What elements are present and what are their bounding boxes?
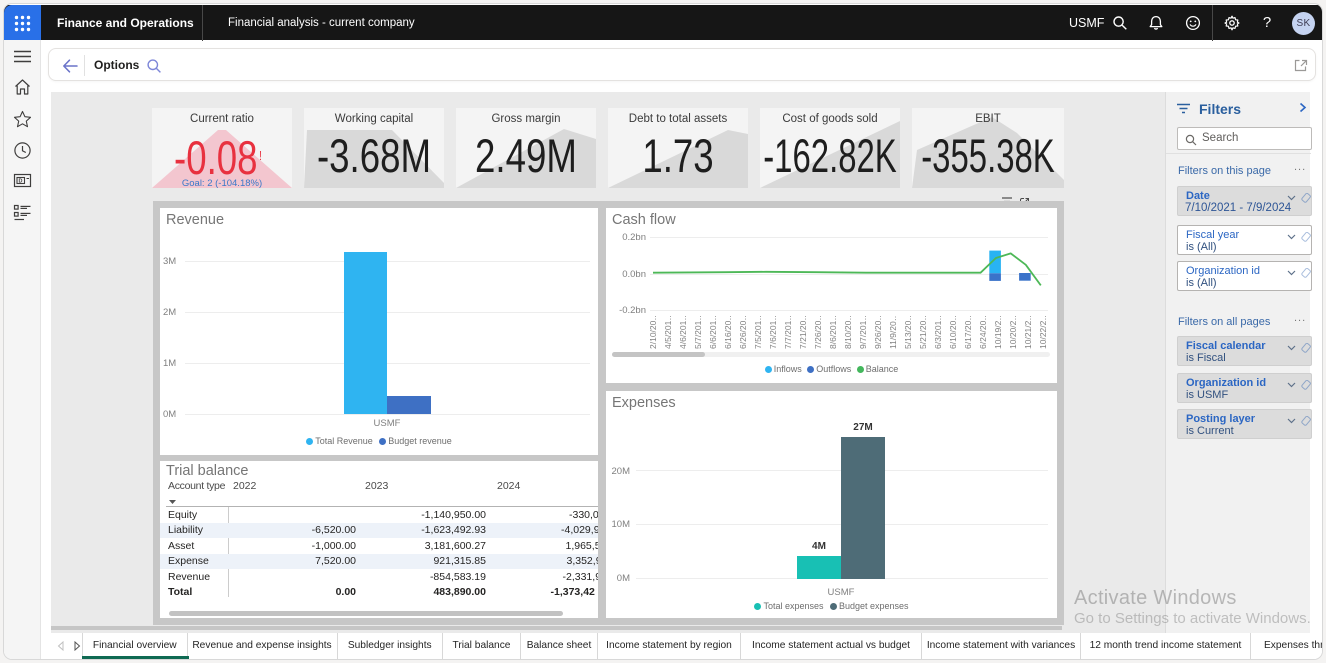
svg-text:D: D [19,178,23,184]
